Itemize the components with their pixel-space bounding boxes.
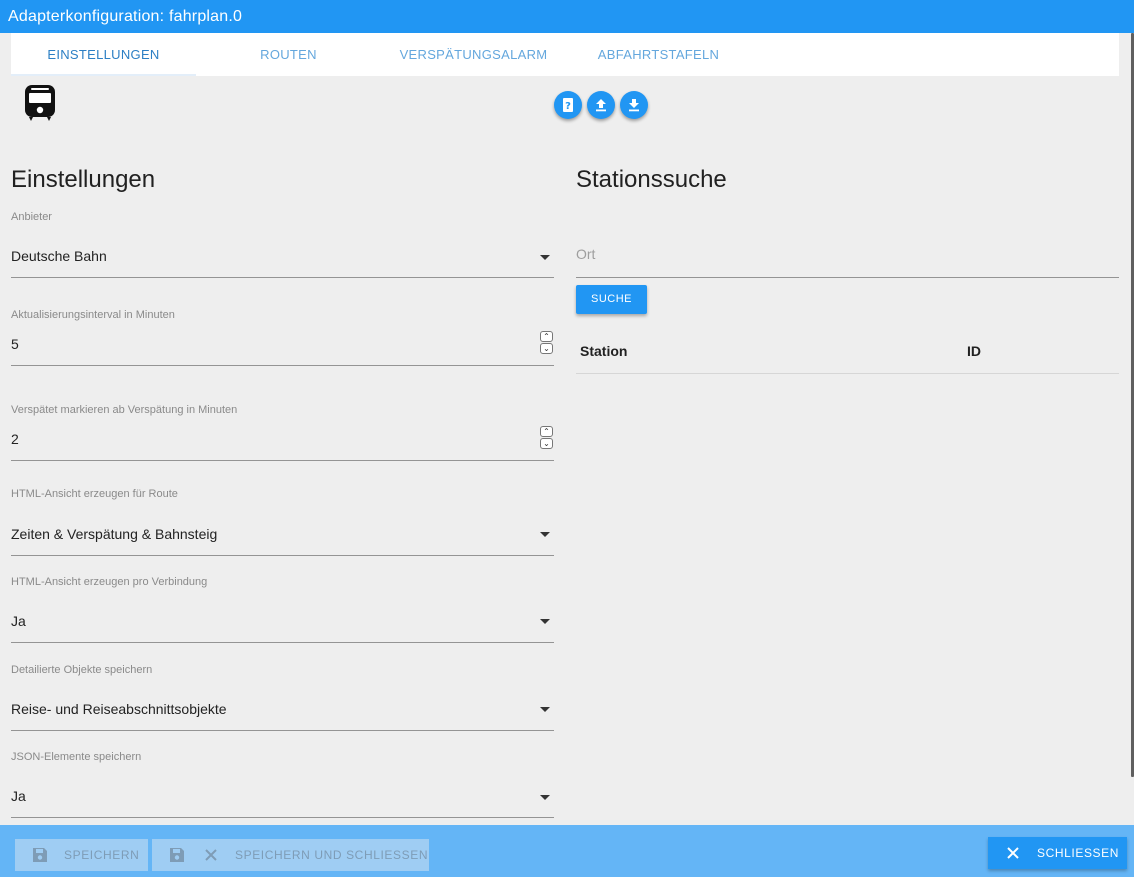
field-underline bbox=[11, 277, 554, 278]
number-stepper[interactable]: ⌃ ⌄ bbox=[540, 331, 553, 354]
help-button[interactable]: ? bbox=[554, 91, 582, 119]
close-label: Schliessen bbox=[1037, 846, 1120, 860]
html-route-select[interactable]: HTML-Ansicht erzeugen für Route Zeiten &… bbox=[11, 488, 554, 556]
field-label: Aktualisierungsinterval in Minuten bbox=[11, 309, 175, 321]
chevron-down-icon bbox=[540, 255, 550, 260]
field-label: HTML-Ansicht erzeugen pro Verbindung bbox=[11, 576, 208, 588]
field-underline bbox=[11, 555, 554, 556]
field-label: HTML-Ansicht erzeugen für Route bbox=[11, 488, 178, 500]
field-value: 5 bbox=[11, 336, 19, 352]
location-input[interactable]: Ort bbox=[576, 240, 1119, 278]
search-button[interactable]: Suche bbox=[576, 285, 647, 314]
field-underline bbox=[11, 460, 554, 461]
field-value: Ja bbox=[11, 788, 26, 804]
tab-bar: Einstellungen Routen Verspätungsalarm Ab… bbox=[11, 33, 1119, 76]
download-icon bbox=[629, 99, 639, 112]
detailed-objects-select[interactable]: Detailierte Objekte speichern Reise- und… bbox=[11, 664, 554, 732]
stepper-down-icon[interactable]: ⌄ bbox=[540, 438, 553, 449]
tab-abfahrtstafeln[interactable]: Abfahrtstafeln bbox=[566, 33, 751, 76]
field-label: Detailierte Objekte speichern bbox=[11, 664, 153, 676]
svg-text:?: ? bbox=[565, 101, 571, 112]
stepper-up-icon[interactable]: ⌃ bbox=[540, 426, 553, 437]
settings-title: Einstellungen bbox=[11, 166, 156, 193]
field-label: Anbieter bbox=[11, 211, 52, 223]
html-connection-select[interactable]: HTML-Ansicht erzeugen pro Verbindung Ja bbox=[11, 576, 554, 644]
chevron-down-icon bbox=[540, 795, 550, 800]
save-and-close-label: Speichern und schliessen bbox=[235, 848, 429, 862]
field-underline bbox=[11, 817, 554, 818]
tab-routen[interactable]: Routen bbox=[196, 33, 381, 76]
close-icon bbox=[1007, 847, 1019, 859]
stepper-down-icon[interactable]: ⌄ bbox=[540, 343, 553, 354]
update-interval-input[interactable]: Aktualisierungsinterval in Minuten 5 ⌃ ⌄ bbox=[11, 309, 554, 367]
chevron-down-icon bbox=[540, 619, 550, 624]
tab-verspaetungsalarm[interactable]: Verspätungsalarm bbox=[381, 33, 566, 76]
field-value: Ja bbox=[11, 613, 26, 629]
save-and-close-button[interactable]: Speichern und schliessen bbox=[152, 839, 429, 871]
field-label: Verspätet markieren ab Verspätung in Min… bbox=[11, 404, 238, 416]
close-button[interactable]: Schliessen bbox=[988, 837, 1127, 869]
footer-bar: Speichern Speichern und schliessen Schli… bbox=[0, 825, 1134, 877]
field-label: JSON-Elemente speichern bbox=[11, 751, 142, 763]
provider-select[interactable]: Anbieter Deutsche Bahn bbox=[11, 211, 554, 279]
chevron-down-icon bbox=[540, 532, 550, 537]
chevron-down-icon bbox=[540, 707, 550, 712]
field-underline bbox=[11, 642, 554, 643]
station-search-title: Stationssuche bbox=[576, 166, 727, 193]
download-button[interactable] bbox=[620, 91, 648, 119]
number-stepper[interactable]: ⌃ ⌄ bbox=[540, 426, 553, 449]
save-icon bbox=[33, 848, 47, 862]
column-header-station: Station bbox=[580, 343, 628, 359]
column-header-id: ID bbox=[967, 343, 981, 359]
save-label: Speichern bbox=[64, 848, 140, 862]
json-elements-select[interactable]: JSON-Elemente speichern Ja bbox=[11, 751, 554, 819]
help-icon: ? bbox=[563, 98, 573, 112]
field-underline bbox=[11, 730, 554, 731]
toolbar: ? bbox=[554, 91, 648, 119]
field-value: Zeiten & Verspätung & Bahnsteig bbox=[11, 526, 218, 542]
tab-einstellungen[interactable]: Einstellungen bbox=[11, 33, 196, 76]
upload-button[interactable] bbox=[587, 91, 615, 119]
close-icon bbox=[205, 849, 217, 861]
field-underline bbox=[11, 365, 554, 366]
field-value: Reise- und Reiseabschnittsobjekte bbox=[11, 701, 227, 717]
upload-icon bbox=[596, 99, 606, 112]
window-title: Adapterkonfiguration: fahrplan.0 bbox=[0, 0, 1134, 33]
train-logo-icon bbox=[25, 85, 55, 121]
location-placeholder: Ort bbox=[576, 246, 596, 262]
delay-threshold-input[interactable]: Verspätet markieren ab Verspätung in Min… bbox=[11, 404, 554, 462]
station-table-header: Station ID bbox=[576, 332, 1119, 374]
save-icon bbox=[170, 848, 184, 862]
stepper-up-icon[interactable]: ⌃ bbox=[540, 331, 553, 342]
save-button[interactable]: Speichern bbox=[15, 839, 148, 871]
field-value: 2 bbox=[11, 431, 19, 447]
field-value: Deutsche Bahn bbox=[11, 248, 107, 264]
